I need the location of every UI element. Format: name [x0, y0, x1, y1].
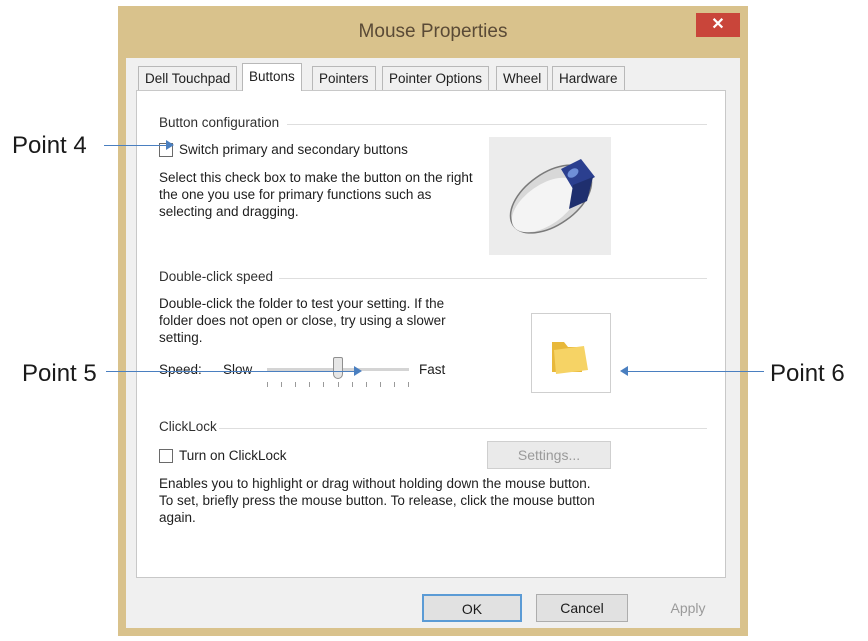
ok-button[interactable]: OK: [422, 594, 522, 622]
annotation-arrow-point-4: [104, 145, 168, 146]
speed-label: Speed:: [159, 362, 202, 377]
arrowhead-icon: [354, 366, 362, 376]
folder-test-area[interactable]: [531, 313, 611, 393]
slider-tick: [295, 382, 297, 387]
annotation-point-5: Point 5: [22, 360, 97, 387]
tab-wheel[interactable]: Wheel: [496, 66, 549, 90]
double-click-heading: Double-click speed: [159, 269, 274, 284]
switch-buttons-description: Select this check box to make the button…: [159, 170, 473, 219]
annotation-arrow-point-5: [106, 371, 356, 372]
annotation-point-4: Point 4: [12, 132, 87, 159]
slider-tick: [408, 382, 409, 387]
clicklock-heading: ClickLock: [159, 419, 217, 434]
tab-pointer-options[interactable]: Pointer Options: [382, 66, 490, 90]
clicklock-label[interactable]: Turn on ClickLock: [179, 447, 287, 464]
slider-tick: [393, 382, 395, 387]
fast-label: Fast: [419, 362, 446, 377]
arrowhead-icon: [166, 140, 174, 150]
folder-icon: [552, 342, 588, 374]
clicklock-settings-button[interactable]: Settings...: [487, 441, 611, 469]
buttons-tab-panel: Button configuration Switch primary and …: [136, 90, 726, 578]
slider-tick: [379, 382, 381, 387]
mouse-properties-window: Mouse Properties ✕ Dell Touchpad Buttons…: [118, 6, 748, 636]
group-divider: [287, 124, 707, 125]
button-config-heading: Button configuration: [159, 115, 280, 130]
slider-tick: [281, 382, 283, 387]
tab-pointers[interactable]: Pointers: [312, 66, 376, 90]
switch-buttons-label[interactable]: Switch primary and secondary buttons: [179, 141, 408, 158]
tab-hardware[interactable]: Hardware: [552, 66, 625, 90]
slow-label: Slow: [223, 362, 253, 377]
apply-button[interactable]: Apply: [642, 594, 734, 622]
slider-tick: [267, 382, 268, 387]
tab-buttons[interactable]: Buttons: [242, 63, 302, 91]
annotation-arrow-point-6: [628, 371, 764, 372]
slider-tick: [351, 382, 353, 387]
dialog-client: Dell Touchpad Buttons Pointers Pointer O…: [126, 58, 740, 628]
annotation-point-6: Point 6: [770, 360, 845, 387]
slider-tick: [337, 382, 339, 387]
speed-slider-ticks: [267, 382, 409, 388]
speed-slider-thumb[interactable]: [333, 357, 343, 379]
window-title: Mouse Properties: [358, 21, 508, 42]
mouse-icon: [509, 159, 595, 234]
mouse-image: [489, 137, 611, 255]
arrowhead-icon: [620, 366, 628, 376]
group-divider: [279, 278, 707, 279]
close-button[interactable]: ✕: [696, 13, 740, 37]
slider-tick: [323, 382, 325, 387]
clicklock-description: Enables you to highlight or drag without…: [159, 476, 595, 525]
group-divider: [219, 428, 707, 429]
slider-tick: [365, 382, 367, 387]
tab-dell-touchpad[interactable]: Dell Touchpad: [138, 66, 238, 90]
clicklock-checkbox[interactable]: [159, 449, 173, 463]
double-click-description: Double-click the folder to test your set…: [159, 296, 446, 345]
cancel-button[interactable]: Cancel: [536, 594, 628, 622]
slider-tick: [309, 382, 311, 387]
